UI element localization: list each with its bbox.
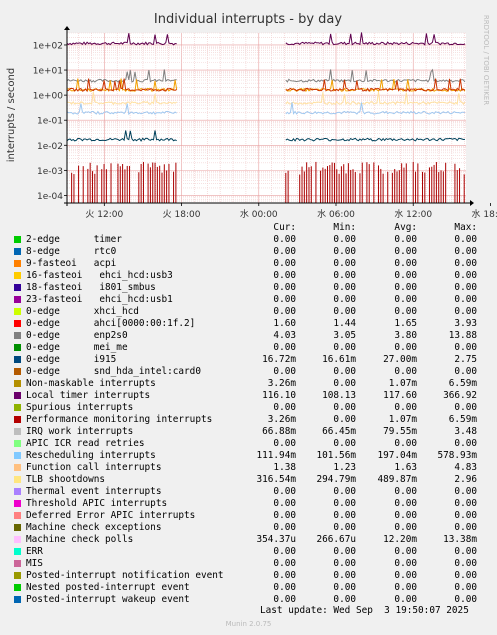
y-tick-label: 1e+00	[33, 92, 64, 102]
x-tick-label: 水 00:00	[240, 208, 278, 220]
y-tick-label: 1e-04	[37, 192, 63, 202]
y-tick-label: 1e-01	[37, 117, 63, 127]
y-tick-label: 1e-02	[37, 142, 63, 152]
y-tick-label: 1e-03	[37, 167, 63, 177]
interrupts-chart: Individual interrupts - by day interrupt…	[0, 0, 497, 635]
munin-version: Munin 2.0.75	[225, 620, 272, 628]
y-tick-label: 1e+02	[33, 41, 63, 51]
x-tick-label: 火 12:00	[85, 209, 123, 220]
x-tick-label: 水 12:00	[394, 208, 432, 220]
y-axis-label: interrupts / second	[6, 68, 17, 162]
x-tick-label: 水 18:00	[472, 208, 497, 220]
x-tick-label: 火 18:00	[163, 209, 201, 220]
side-label: RRDTOOL / TOBI OETIKER	[482, 15, 490, 105]
chart-title: Individual interrupts - by day	[154, 12, 342, 27]
x-tick-label: 水 06:00	[317, 208, 355, 220]
last-update: Last update: Wed Sep 3 19:50:07 2025	[260, 605, 469, 616]
y-tick-label: 1e+01	[33, 67, 63, 77]
